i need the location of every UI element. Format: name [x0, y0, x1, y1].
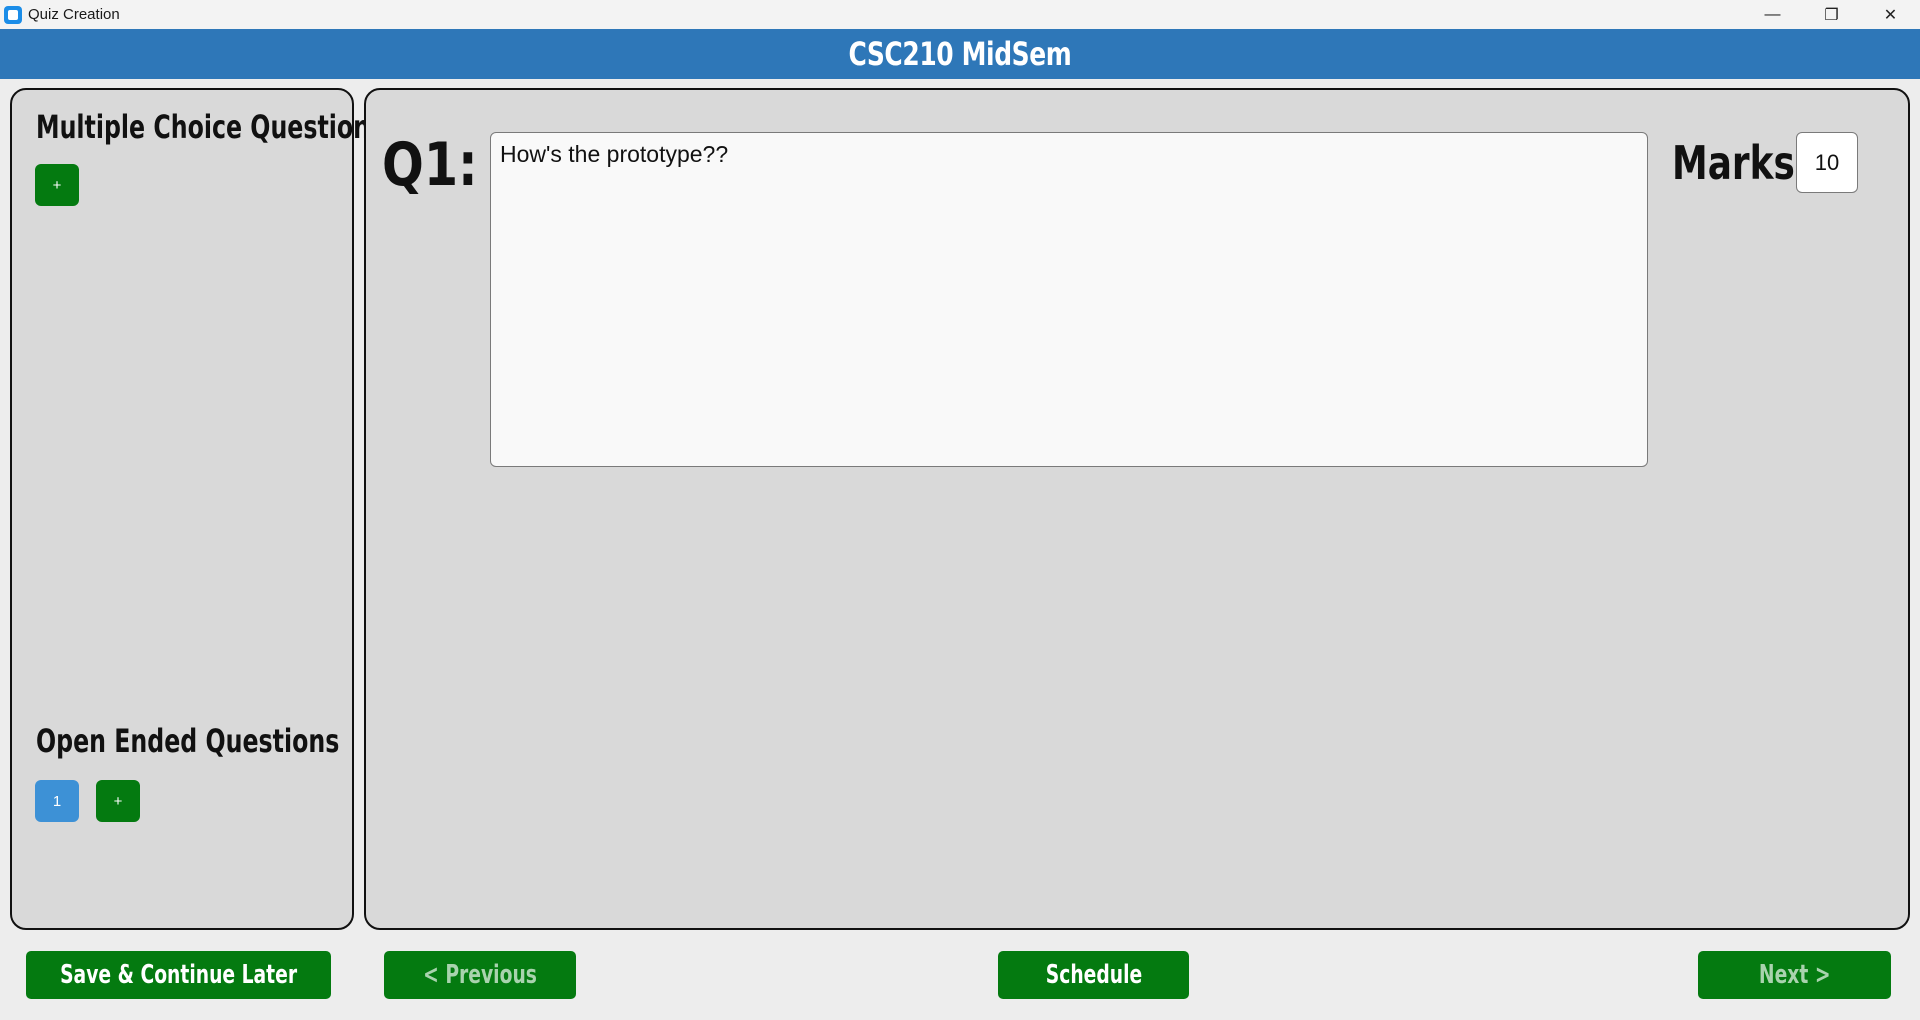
- schedule-label: Schedule: [1045, 960, 1142, 990]
- question-editor: Q1: Marks:: [364, 88, 1910, 930]
- app-icon: [4, 5, 22, 24]
- minimize-button[interactable]: —: [1743, 0, 1802, 29]
- add-open-question-button[interactable]: +: [96, 780, 140, 822]
- quiz-creation-window: Quiz Creation — ❐ ✕ CSC210 MidSem Multip…: [0, 0, 1920, 1020]
- restore-button[interactable]: ❐: [1802, 0, 1861, 29]
- title-bar: Quiz Creation — ❐ ✕: [0, 0, 1920, 29]
- open-ended-section-title: Open Ended Questions: [36, 722, 340, 760]
- close-button[interactable]: ✕: [1861, 0, 1920, 29]
- next-button[interactable]: Next >: [1698, 951, 1891, 999]
- next-label: Next >: [1758, 960, 1831, 990]
- question-navigator: Multiple Choice Questions + Open Ended Q…: [10, 88, 384, 930]
- quiz-header: CSC210 MidSem: [0, 29, 1920, 79]
- save-continue-later-button[interactable]: Save & Continue Later: [26, 951, 331, 999]
- mcq-section-title: Multiple Choice Questions: [36, 108, 385, 146]
- add-mcq-button[interactable]: +: [35, 164, 79, 206]
- schedule-button[interactable]: Schedule: [998, 951, 1189, 999]
- save-continue-later-label: Save & Continue Later: [60, 960, 297, 990]
- open-question-1-button[interactable]: 1: [35, 780, 79, 822]
- marks-input[interactable]: [1796, 132, 1858, 193]
- previous-label: < Previous: [423, 960, 537, 990]
- marks-label: Marks:: [1672, 136, 1810, 190]
- question-number-label: Q1:: [382, 130, 478, 200]
- window-controls: — ❐ ✕: [1743, 0, 1920, 29]
- question-text-input[interactable]: [490, 132, 1648, 467]
- window-title: Quiz Creation: [28, 6, 120, 23]
- quiz-title: CSC210 MidSem: [848, 35, 1072, 73]
- previous-button[interactable]: < Previous: [384, 951, 576, 999]
